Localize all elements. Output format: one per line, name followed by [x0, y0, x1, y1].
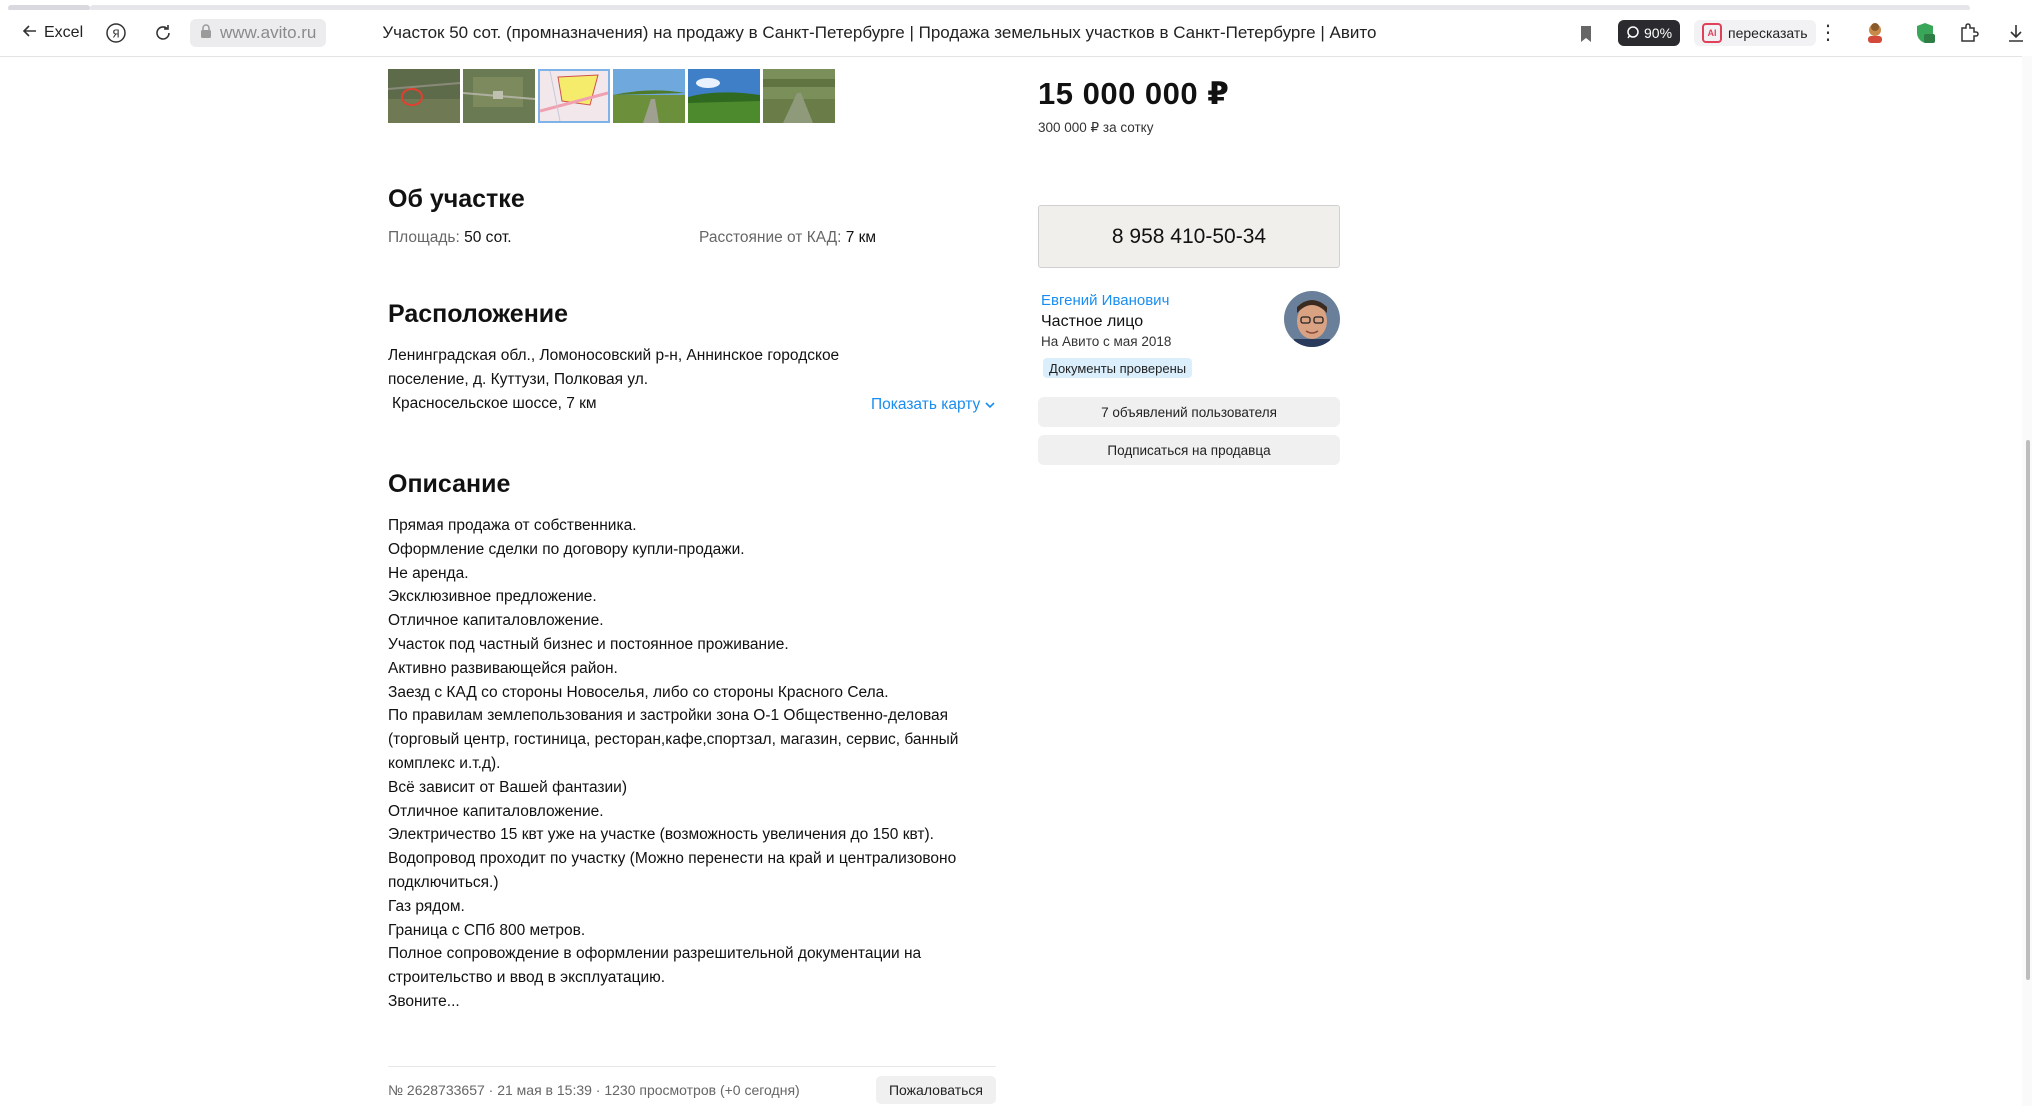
- show-map-label: Показать карту: [871, 396, 981, 413]
- description-line: Активно развивающейся район.: [388, 659, 618, 677]
- description-line: Полное сопровождение в оформлении разреш…: [388, 945, 922, 963]
- extension-puzzle-icon[interactable]: [1956, 20, 1982, 46]
- description-line: По правилам землепользования и застройки…: [388, 707, 949, 725]
- thumbnail-2[interactable]: [462, 69, 536, 123]
- search-zoom-icon: [1626, 25, 1640, 42]
- footer-divider: [388, 1066, 996, 1067]
- seller-avatar[interactable]: [1284, 291, 1340, 347]
- distance-label: Расстояние от КАД:: [699, 229, 842, 246]
- description-line: Электричество 15 квт уже на участке (воз…: [388, 826, 934, 844]
- distance-value: 7 км: [845, 229, 877, 246]
- show-map-link[interactable]: Показать карту: [871, 396, 995, 414]
- extension-shield-icon[interactable]: [1912, 20, 1938, 46]
- seller-name-link[interactable]: Евгений Иванович: [1041, 292, 1169, 309]
- description-line: строительство и ввод в эксплуатацию.: [388, 969, 666, 987]
- description-text: Прямая продажа от собственника. Оформлени…: [388, 514, 1008, 1014]
- url-host-chip[interactable]: www.avito.ru: [190, 19, 327, 47]
- phone-button[interactable]: 8 958 410-50-34: [1038, 205, 1340, 268]
- description-line: Всё зависит от Вашей фантазии): [388, 778, 628, 796]
- scrollbar-thumb[interactable]: [2026, 440, 2030, 980]
- area-value: 50 сот.: [464, 229, 512, 246]
- page-title: Участок 50 сот. (промназначения) на прод…: [382, 23, 1377, 42]
- description-line: Прямая продажа от собственника.: [388, 517, 637, 534]
- about-heading: Об участке: [388, 185, 525, 213]
- description-line: Оформление сделки по договору купли-прод…: [388, 540, 745, 558]
- more-menu-icon[interactable]: ⋮: [1818, 20, 1838, 45]
- description-line: Отличное капиталовложение.: [388, 802, 604, 820]
- description-heading: Описание: [388, 470, 511, 498]
- price-per-hundred: 300 000 ₽ за сотку: [1038, 120, 1154, 135]
- price: 15 000 000 ₽: [1038, 76, 1230, 111]
- address-line-1: Ленинградская обл., Ломоносовский р-н, А…: [388, 347, 840, 364]
- chevron-down-icon: [984, 396, 995, 413]
- seller-since: На Авито с мая 2018: [1041, 334, 1172, 349]
- description-line: Водопровод проходит по участку (Можно пе…: [388, 850, 957, 868]
- thumbnail-4[interactable]: [613, 69, 685, 123]
- zoom-indicator[interactable]: 90%: [1618, 20, 1681, 46]
- retell-label: пересказать: [1728, 25, 1808, 41]
- description-line: Эксклюзивное предложение.: [388, 588, 597, 606]
- download-icon[interactable]: [2003, 20, 2029, 46]
- ai-badge-icon: AI: [1702, 23, 1722, 43]
- description-line: Участок под частный бизнес и постоянное …: [388, 635, 789, 653]
- description-line: подключиться.): [388, 873, 499, 891]
- description-line: Граница с СПб 800 метров.: [388, 921, 586, 939]
- description-line: Звоните...: [388, 992, 460, 1010]
- retell-button[interactable]: AI пересказать: [1694, 20, 1816, 46]
- bookmark-icon[interactable]: [1574, 22, 1598, 46]
- thumbnail-5[interactable]: [688, 69, 760, 123]
- description-line: комплекс и.т.д).: [388, 754, 501, 772]
- location-heading: Расположение: [388, 300, 569, 328]
- area-label: Площадь:: [388, 229, 460, 246]
- address-bar[interactable]: www.avito.ru Участок 50 сот. (промназнач…: [190, 17, 1610, 49]
- documents-verified-badge: Документы проверены: [1043, 358, 1193, 378]
- lock-icon: [200, 23, 212, 43]
- thumbnail-6[interactable]: [763, 69, 835, 123]
- thumbnail-3-selected[interactable]: [538, 69, 610, 123]
- url-host: www.avito.ru: [220, 23, 317, 42]
- user-ads-button[interactable]: 7 объявлений пользователя: [1038, 397, 1340, 427]
- area-row: Площадь: 50 сот.: [388, 229, 512, 247]
- distance-row: Расстояние от КАД: 7 км: [699, 229, 876, 247]
- listing-meta: № 2628733657 · 21 мая в 15:39 · 1230 про…: [388, 1082, 800, 1098]
- back-button[interactable]: Excel: [22, 20, 83, 46]
- svg-text:Я: Я: [112, 28, 120, 41]
- back-button-label: Excel: [44, 24, 84, 41]
- yandex-icon[interactable]: Я: [104, 21, 128, 45]
- description-line: (торговый центр, гостиница, ресторан,каф…: [388, 731, 959, 749]
- subscribe-seller-button[interactable]: Подписаться на продавца: [1038, 435, 1340, 465]
- description-line: Газ рядом.: [388, 897, 465, 915]
- address-line-2: поселение, д. Куттузи, Полковая ул.: [388, 371, 649, 388]
- complain-button[interactable]: Пожаловаться: [876, 1076, 996, 1104]
- zoom-level: 90%: [1644, 25, 1673, 41]
- extension-avatar-icon[interactable]: [1862, 20, 1888, 46]
- description-line: Отличное капиталовложение.: [388, 612, 604, 630]
- description-line: Не аренда.: [388, 564, 469, 582]
- highway-distance: Красносельское шоссе, 7 км: [392, 395, 597, 412]
- arrow-left-icon: [22, 23, 38, 44]
- tab-strip: [0, 0, 2032, 11]
- description-line: Заезд с КАД со стороны Новоселья, либо с…: [388, 683, 889, 701]
- thumbnail-1[interactable]: [387, 69, 461, 123]
- gallery-thumbnails: [387, 69, 835, 123]
- reload-icon[interactable]: [151, 21, 175, 45]
- seller-type: Частное лицо: [1041, 313, 1144, 330]
- browser-toolbar: Excel Я www.avito.ru Участок 50 сот. (пр…: [0, 10, 2032, 57]
